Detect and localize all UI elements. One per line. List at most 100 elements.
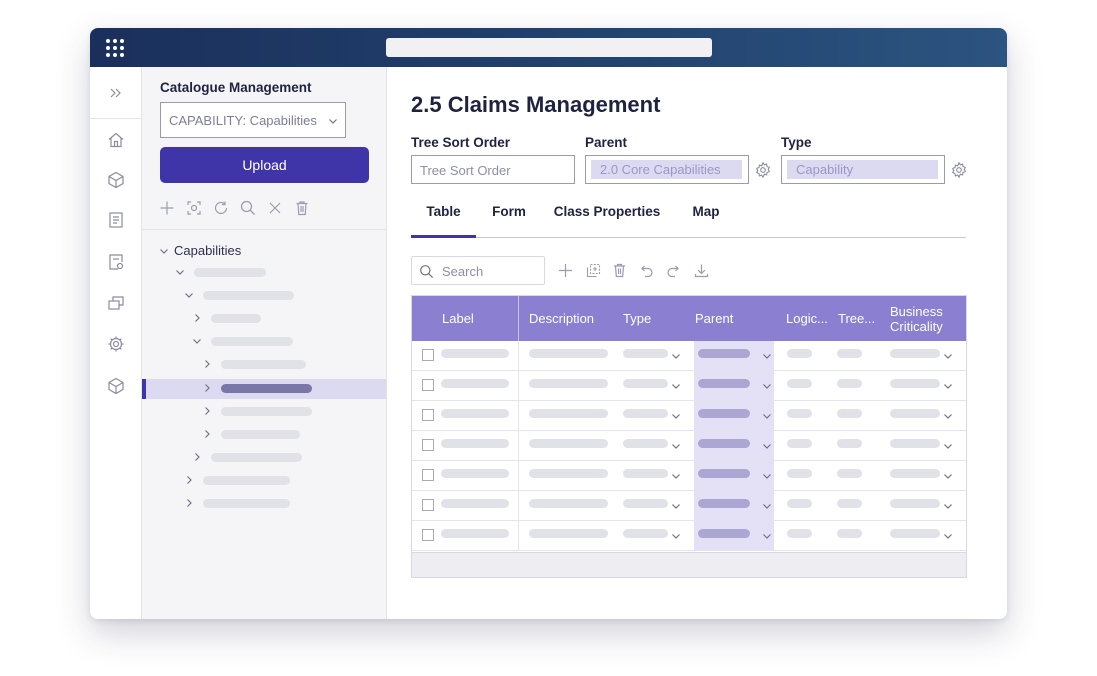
- tree-node[interactable]: [184, 473, 294, 487]
- tab-form[interactable]: Form: [483, 204, 535, 238]
- tree-sort-order-input[interactable]: Tree Sort Order: [411, 155, 575, 184]
- tree-node-selected[interactable]: [202, 381, 312, 395]
- column-header-business-criticality[interactable]: Business Criticality: [890, 296, 962, 341]
- table-row[interactable]: [412, 341, 966, 371]
- tree-node[interactable]: [202, 427, 312, 441]
- refresh-icon[interactable]: [212, 199, 230, 217]
- tree-node[interactable]: [202, 357, 312, 371]
- catalogue-select[interactable]: CAPABILITY: Capabilities: [160, 102, 346, 138]
- row-checkbox[interactable]: [422, 499, 434, 511]
- row-checkbox[interactable]: [422, 529, 434, 541]
- panel-divider: [142, 229, 386, 230]
- cell-label: [441, 409, 509, 418]
- type-label: Type: [781, 135, 812, 150]
- add-row-icon[interactable]: [557, 262, 574, 279]
- row-checkbox[interactable]: [422, 349, 434, 361]
- row-checkbox[interactable]: [422, 469, 434, 481]
- chevron-down-icon[interactable]: [762, 501, 772, 511]
- parent-field[interactable]: 2.0 Core Capabilities: [585, 155, 749, 184]
- cell-label: [441, 529, 509, 538]
- table-row[interactable]: [412, 491, 966, 521]
- expand-icon[interactable]: [106, 83, 126, 103]
- chevron-down-icon[interactable]: [762, 441, 772, 451]
- tree-node[interactable]: [202, 404, 312, 418]
- row-checkbox[interactable]: [422, 379, 434, 391]
- cell-logic: [787, 439, 812, 448]
- copy-icon[interactable]: [585, 262, 602, 279]
- tab-map[interactable]: Map: [685, 204, 727, 238]
- tree-node[interactable]: [192, 334, 302, 348]
- row-checkbox[interactable]: [422, 439, 434, 451]
- chevron-down-icon[interactable]: [943, 441, 953, 451]
- tree-node[interactable]: [175, 265, 275, 279]
- chevron-down-icon[interactable]: [671, 381, 681, 391]
- chevron-down-icon[interactable]: [671, 531, 681, 541]
- grid-footer: [412, 552, 966, 577]
- settings-icon[interactable]: [106, 334, 126, 354]
- chevron-down-icon[interactable]: [943, 531, 953, 541]
- cell-label: [441, 349, 509, 358]
- table-row[interactable]: [412, 371, 966, 401]
- chevron-down-icon[interactable]: [671, 501, 681, 511]
- chevron-down-icon[interactable]: [762, 411, 772, 421]
- chevron-down-icon[interactable]: [762, 381, 772, 391]
- app-grid-icon[interactable]: [104, 37, 126, 59]
- table-row[interactable]: [412, 401, 966, 431]
- row-checkbox[interactable]: [422, 409, 434, 421]
- search-icon[interactable]: [239, 199, 257, 217]
- app-window: Catalogue Management CAPABILITY: Capabil…: [90, 28, 1007, 619]
- column-header-logic[interactable]: Logic...: [786, 296, 828, 341]
- tab-class-properties[interactable]: Class Properties: [549, 204, 665, 238]
- chevron-down-icon[interactable]: [943, 471, 953, 481]
- book-icon[interactable]: [106, 210, 126, 230]
- address-bar[interactable]: [386, 38, 712, 57]
- chevron-down-icon[interactable]: [943, 351, 953, 361]
- tree-node[interactable]: [184, 496, 294, 510]
- undo-icon[interactable]: [638, 262, 655, 279]
- tree-node[interactable]: [184, 288, 294, 302]
- table-row[interactable]: [412, 431, 966, 461]
- cell-type: [623, 379, 668, 388]
- parent-settings-icon[interactable]: [754, 161, 772, 179]
- cube-icon[interactable]: [106, 376, 126, 396]
- grid-search-input[interactable]: Search: [411, 256, 545, 285]
- chevron-down-icon[interactable]: [671, 441, 681, 451]
- upload-button[interactable]: Upload: [160, 147, 369, 183]
- chevron-down-icon[interactable]: [943, 411, 953, 421]
- column-header-parent[interactable]: Parent: [695, 296, 733, 341]
- layers-icon[interactable]: [106, 170, 126, 190]
- tab-table[interactable]: Table: [411, 204, 476, 238]
- delete-icon[interactable]: [611, 262, 628, 279]
- close-icon[interactable]: [266, 199, 284, 217]
- table-row[interactable]: [412, 461, 966, 491]
- rail-divider: [90, 118, 141, 119]
- chevron-down-icon[interactable]: [671, 471, 681, 481]
- column-header-label[interactable]: Label: [442, 296, 474, 341]
- report-icon[interactable]: [106, 252, 126, 272]
- chevron-down-icon[interactable]: [762, 531, 772, 541]
- home-icon[interactable]: [106, 130, 126, 150]
- chevron-down-icon[interactable]: [671, 411, 681, 421]
- tree-node[interactable]: [192, 311, 272, 325]
- column-header-type[interactable]: Type: [623, 296, 651, 341]
- column-header-tree[interactable]: Tree...: [838, 296, 875, 341]
- windows-icon[interactable]: [106, 293, 126, 313]
- chevron-down-icon[interactable]: [943, 381, 953, 391]
- chevron-down-icon[interactable]: [943, 501, 953, 511]
- table-row[interactable]: [412, 521, 966, 551]
- download-icon[interactable]: [693, 262, 710, 279]
- tab-bar: Table Form Class Properties Map: [411, 200, 966, 238]
- data-grid: Label Description Type Parent Logic... T…: [411, 295, 967, 578]
- tree-node[interactable]: [192, 450, 312, 464]
- type-settings-icon[interactable]: [950, 161, 968, 179]
- redo-icon[interactable]: [665, 262, 682, 279]
- focus-icon[interactable]: [185, 199, 203, 217]
- tree-node-label: [194, 268, 266, 277]
- chevron-down-icon[interactable]: [671, 351, 681, 361]
- add-icon[interactable]: [158, 199, 176, 217]
- chevron-down-icon[interactable]: [762, 471, 772, 481]
- chevron-down-icon[interactable]: [762, 351, 772, 361]
- delete-icon[interactable]: [293, 199, 311, 217]
- column-header-description[interactable]: Description: [529, 296, 594, 341]
- type-field[interactable]: Capability: [781, 155, 945, 184]
